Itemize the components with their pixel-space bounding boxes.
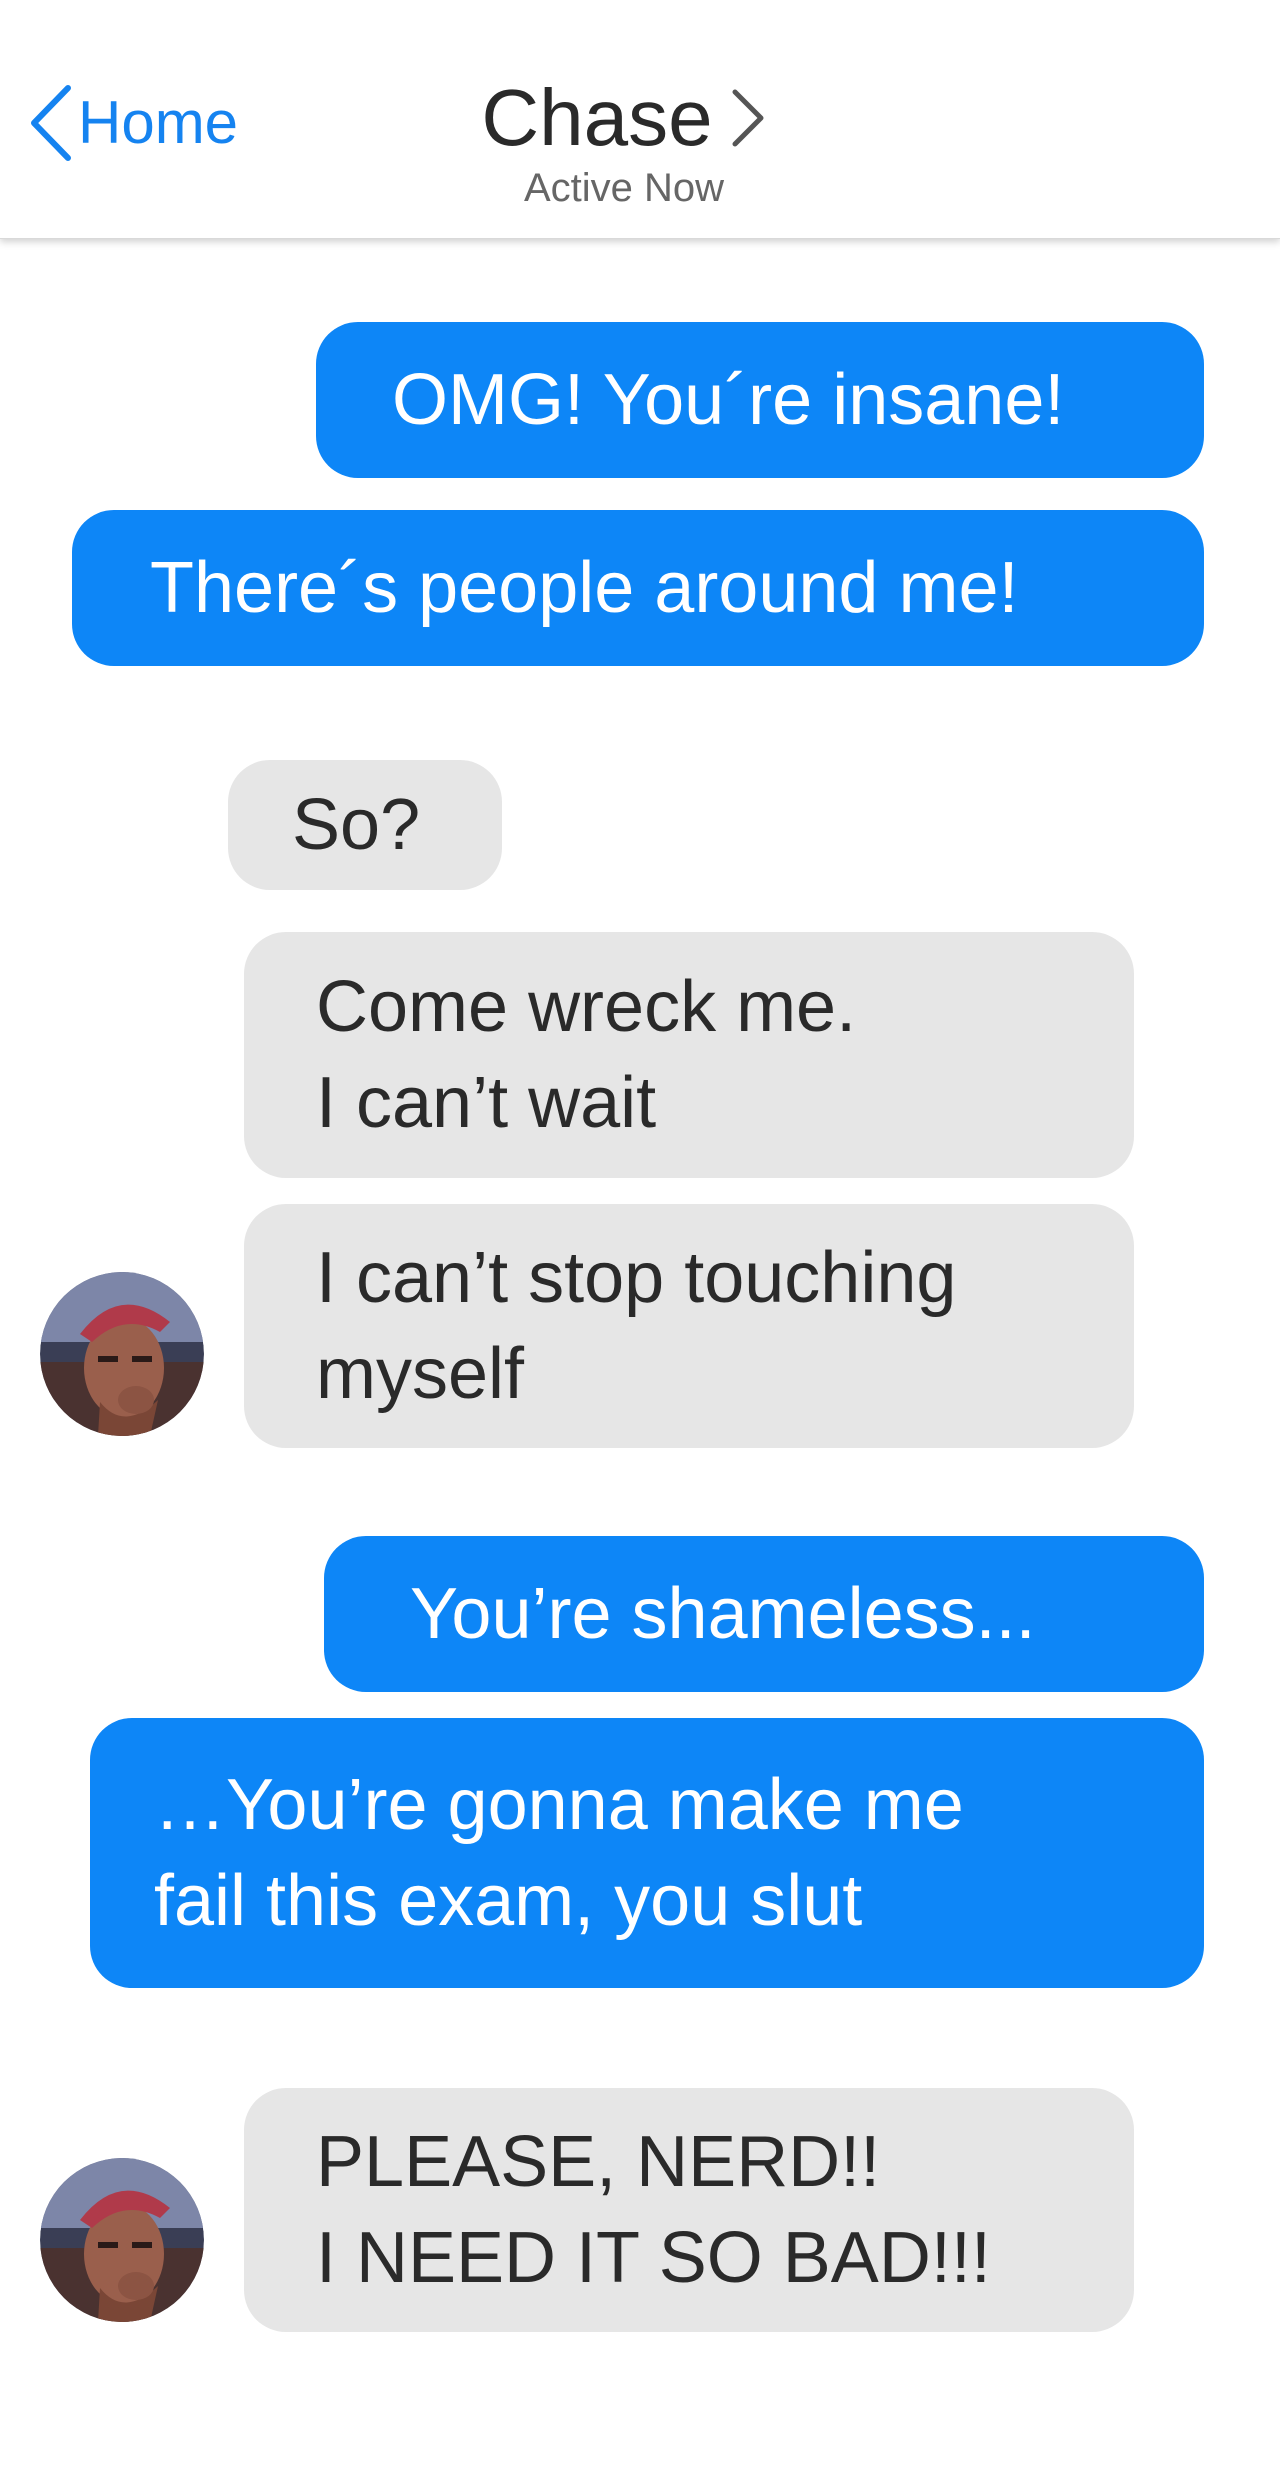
- message-bubble-incoming[interactable]: Come wreck me. I can’t wait: [244, 932, 1134, 1178]
- message-bubble-incoming[interactable]: So?: [228, 760, 502, 890]
- message-bubble-outgoing[interactable]: You’re shameless...: [324, 1536, 1204, 1692]
- message-text: You’re shameless...: [410, 1574, 1036, 1654]
- message-text-line: fail this exam, you slut: [154, 1861, 863, 1941]
- active-status: Active Now: [523, 166, 725, 210]
- contact-name-button[interactable]: Chase: [481, 78, 766, 158]
- message-bubble-outgoing[interactable]: There´s people around me!: [72, 510, 1204, 666]
- message-text-line: Come wreck me.: [316, 967, 857, 1047]
- chevron-right-icon: [732, 89, 764, 147]
- message-text-line: PLEASE, NERD!!: [316, 2122, 881, 2202]
- message-text-line: …You’re gonna make me: [154, 1765, 964, 1845]
- message-text: There´s people around me!: [150, 548, 1019, 628]
- message-text-line: myself: [316, 1334, 525, 1414]
- chat-header: Home Chase Active Now: [0, 0, 1280, 239]
- message-text: So?: [292, 785, 421, 865]
- message-text-line: I NEED IT SO BAD!!!: [316, 2218, 991, 2298]
- message-bubble-incoming[interactable]: I can’t stop touching myself: [244, 1204, 1134, 1448]
- avatar-icon: [40, 1272, 204, 1436]
- contact-avatar[interactable]: [40, 2158, 204, 2322]
- message-bubble-outgoing[interactable]: OMG! You´re insane!: [316, 322, 1204, 478]
- message-text-line: I can’t stop touching: [316, 1238, 957, 1318]
- message-bubble-incoming[interactable]: PLEASE, NERD!! I NEED IT SO BAD!!!: [244, 2088, 1134, 2332]
- contact-avatar[interactable]: [40, 1272, 204, 1436]
- contact-name: Chase: [481, 73, 713, 162]
- avatar-icon: [40, 2158, 204, 2322]
- message-text: OMG! You´re insane!: [392, 360, 1065, 440]
- message-text-line: I can’t wait: [316, 1063, 657, 1143]
- message-bubble-outgoing[interactable]: …You’re gonna make me fail this exam, yo…: [90, 1718, 1204, 1988]
